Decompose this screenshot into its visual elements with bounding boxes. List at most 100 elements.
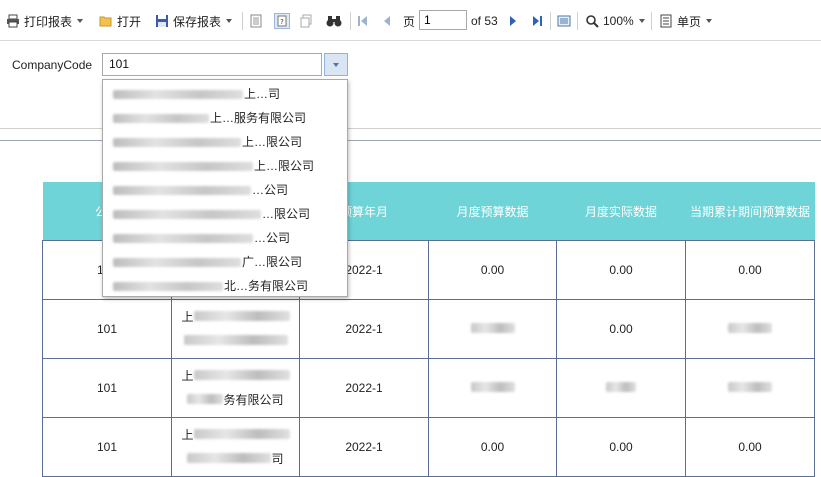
copy-icon [299,14,313,28]
name-line-1: 上 [181,428,194,442]
list-item[interactable]: 上…司 [103,82,347,106]
name-line-1: 上 [181,369,194,383]
cell-month: 2022-1 [299,299,429,359]
list-item[interactable]: 上…服务有限公司 [103,106,347,130]
single-page-select[interactable]: 单页 [659,11,713,31]
redacted-text [113,282,223,292]
list-item[interactable]: 上…限公司 [103,130,347,154]
list-item[interactable]: 广…限公司 [103,250,347,274]
folder-icon [99,14,113,28]
toolbar-divider [350,12,351,30]
list-item-label: 上…服务有限公司 [210,111,307,125]
save-report-button[interactable]: 保存报表 [155,11,233,31]
redacted-text [187,453,272,463]
chevron-down-icon [333,62,339,67]
redacted-text [183,335,288,345]
combo-dropdown-button[interactable] [324,53,348,76]
redacted-text [113,186,251,196]
cell-cumulative: 0.00 [685,417,815,477]
redacted-text [113,162,253,172]
toolbar-divider [577,12,578,30]
redacted-value [606,382,636,392]
list-item-label: 北…务有限公司 [224,279,309,293]
cell-name: 上 务有限公司 [171,358,300,418]
zoom-select[interactable]: 100% [585,11,645,31]
redacted-text [193,311,290,321]
redacted-text [113,90,243,100]
page-number-input[interactable] [419,10,467,30]
company-code-combobox[interactable]: 101 [102,53,348,76]
toolbar-divider [550,12,551,30]
company-code-input[interactable]: 101 [102,53,322,76]
chevron-down-icon [77,19,84,23]
view-toggle-button[interactable] [557,11,575,31]
cell-company: 101 [42,358,172,418]
cell-name: 上 司 [171,417,300,477]
magnifier-icon [585,14,599,28]
list-item-label: …公司 [254,231,291,245]
list-item-label: 上…限公司 [254,159,315,173]
print-label: 打印报表 [24,14,73,29]
clipboard-icon: ? [274,13,290,29]
single-page-icon [659,14,673,28]
name-line-2: 务有限公司 [223,393,284,407]
toolbar-divider [242,12,243,30]
list-item[interactable]: 上…限公司 [103,154,347,178]
open-label: 打开 [117,14,142,29]
cell-budget [428,358,557,418]
chevron-down-icon [706,19,713,23]
clipboard-button[interactable]: ? [274,11,294,31]
svg-text:?: ? [280,18,284,26]
col-header-monthly-budget: 月度预算数据 [428,182,557,241]
cell-company: 101 [42,299,172,359]
list-item-label: …公司 [252,183,289,197]
list-item-label: 上…限公司 [242,135,303,149]
report-toolbar: 打印报表 打开 保存报表 ? 页 1 of 53 100% 单页 [0,0,821,41]
table-row: 101 上 司 2022-1 0.00 0.00 0.00 [42,417,815,477]
cell-month: 2022-1 [299,417,429,477]
redacted-value [470,382,515,392]
cell-name: 上 [171,299,300,359]
list-item-label: …限公司 [262,207,311,221]
redacted-value [728,323,772,333]
previous-page-button[interactable] [381,11,399,31]
last-page-button[interactable] [531,11,549,31]
print-report-button[interactable]: 打印报表 [6,11,84,31]
cell-cumulative [685,299,815,359]
first-page-button[interactable] [357,11,375,31]
list-item[interactable]: …公司 [103,178,347,202]
table-row: 101 上 2022-1 0.00 [42,299,815,359]
cell-actual: 0.00 [556,299,686,359]
company-code-label: CompanyCode [12,58,93,72]
last-page-icon [531,14,545,28]
list-item[interactable]: …限公司 [103,202,347,226]
page-view-button[interactable] [249,11,267,31]
list-item[interactable]: 北…务有限公司 [103,274,347,298]
save-label: 保存报表 [173,14,222,29]
panel-icon [557,14,571,28]
find-button[interactable] [326,11,344,31]
next-page-button[interactable] [507,11,525,31]
next-page-icon [507,14,521,28]
redacted-value [470,323,515,333]
binoculars-icon [326,14,342,28]
list-item-label: 广…限公司 [242,255,303,269]
cell-cumulative: 0.00 [685,240,815,300]
page-label: 页 [403,14,416,29]
chevron-down-icon [638,19,645,23]
list-item[interactable]: …公司 [103,226,347,250]
cell-budget: 0.00 [428,240,557,300]
table-row: 101 上 务有限公司 2022-1 [42,358,815,418]
open-button[interactable]: 打开 [99,11,141,31]
cell-month: 2022-1 [299,358,429,418]
name-line-1: 上 [181,310,194,324]
save-icon [155,14,169,28]
cell-cumulative [685,358,815,418]
redacted-text [193,370,290,380]
document-icon [249,14,263,28]
single-page-label: 单页 [677,14,702,29]
col-header-monthly-actual: 月度实际数据 [556,182,686,241]
copy-button[interactable] [299,11,317,31]
redacted-text [187,394,224,404]
name-line-2: 司 [271,452,284,466]
